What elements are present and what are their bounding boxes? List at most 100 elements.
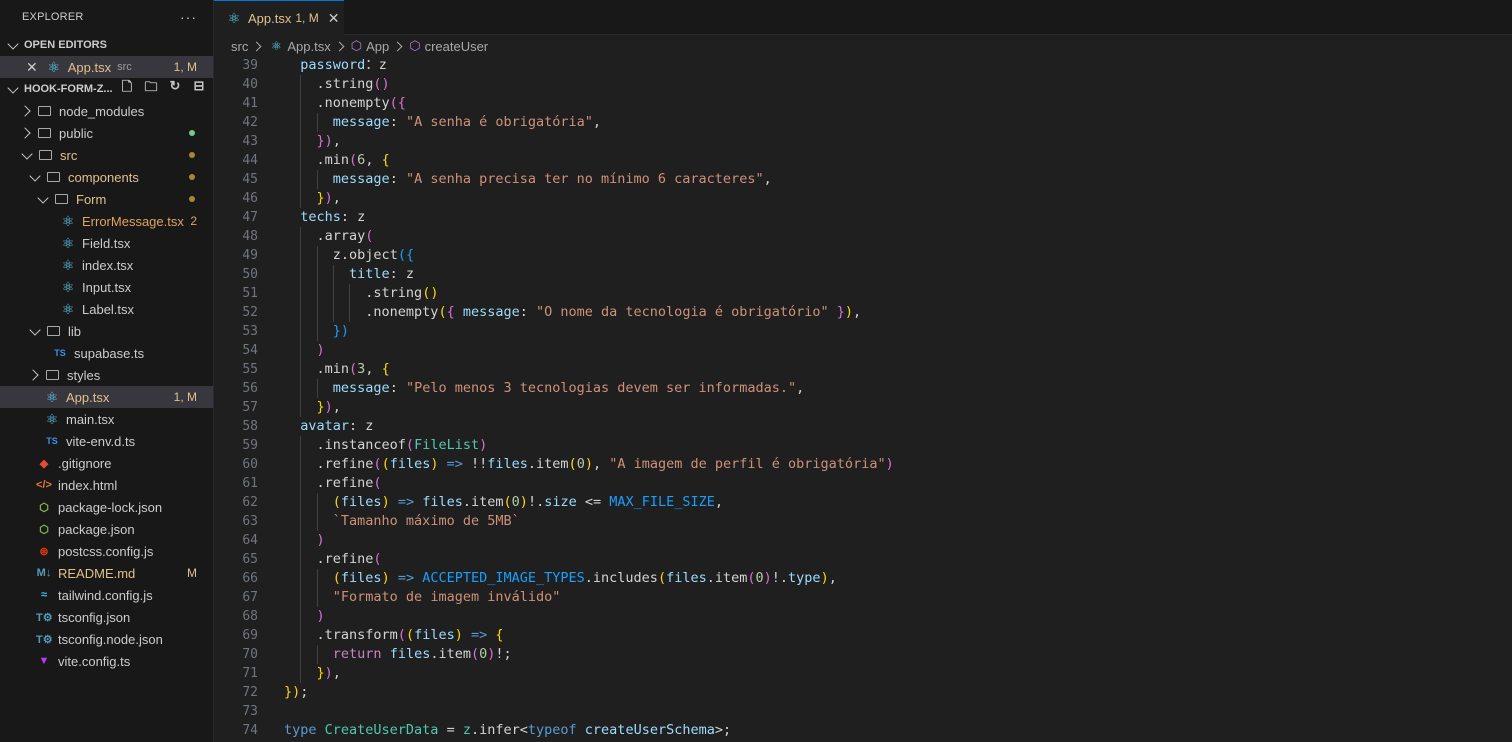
tree-item[interactable]: ≈ tailwind.config.js: [0, 584, 213, 606]
code-token: CreateUserData: [316, 722, 439, 738]
code-token: "O nome da tecnologia é obrigatório": [536, 304, 829, 320]
code-token: files: [389, 456, 431, 472]
open-editors-header[interactable]: OPEN EDITORS: [0, 34, 213, 56]
project-header[interactable]: HOOK-FORM-Z... 🗋 🗀 ↻ ⊟: [0, 78, 213, 100]
folder-icon: [46, 370, 59, 380]
tree-item[interactable]: lib: [0, 320, 213, 342]
code-editor[interactable]: 39 password：z 40 .string() 41 .nonempty({4…: [214, 56, 1512, 742]
chevron-down-icon: [37, 191, 49, 204]
code-line: 62 (files) => files.item(0)!.size <= MAX…: [214, 493, 1512, 512]
tree-item[interactable]: ⚛ App.tsx 1, M: [0, 386, 213, 408]
tree-item[interactable]: styles: [0, 364, 213, 386]
tree-item[interactable]: src: [0, 144, 213, 166]
tree-item-label: ErrorMessage.tsx: [82, 213, 184, 229]
tree-item[interactable]: ⚛ Field.tsx: [0, 232, 213, 254]
code-token: .nonempty: [316, 95, 390, 111]
code-token: ,: [714, 494, 724, 510]
tree-item[interactable]: ◆ .gitignore: [0, 452, 213, 474]
code-token: (: [332, 570, 341, 586]
tree-item[interactable]: ⚛ index.tsx: [0, 254, 213, 276]
indent-guide: [300, 151, 302, 170]
tree-item[interactable]: ⊛ postcss.config.js: [0, 540, 213, 562]
code-text: avatar: z: [284, 418, 373, 434]
close-icon[interactable]: ✕: [26, 59, 38, 76]
tree-item[interactable]: TS vite-env.d.ts: [0, 430, 213, 452]
git-status-badge: M: [187, 566, 197, 580]
tree-item[interactable]: ▼ vite.config.ts: [0, 650, 213, 672]
close-icon[interactable]: ✕: [328, 10, 340, 27]
tree-item-label: tsconfig.json: [58, 609, 131, 625]
more-actions-icon[interactable]: ···: [180, 9, 197, 25]
code-token: .min: [316, 361, 350, 377]
tree-item[interactable]: ⚛ Label.tsx: [0, 298, 213, 320]
tree-item[interactable]: </> index.html: [0, 474, 213, 496]
tree-item[interactable]: node_modules: [0, 100, 213, 122]
code-token: z: [378, 57, 387, 73]
code-token: :: [389, 380, 406, 396]
tree-item[interactable]: components: [0, 166, 213, 188]
breadcrumb-symbol[interactable]: App: [366, 39, 389, 54]
line-number: 73: [242, 704, 258, 719]
new-folder-icon[interactable]: 🗀: [143, 78, 159, 100]
code-token: ,: [763, 171, 772, 187]
code-token: ): [381, 494, 390, 510]
line-number: 71: [242, 666, 258, 681]
open-editor-item[interactable]: ✕ ⚛ App.tsx src 1, M: [0, 56, 213, 78]
chevron-down-icon: [29, 169, 41, 182]
tree-item[interactable]: ⬡ package.json: [0, 518, 213, 540]
code-text: techs: z: [284, 209, 365, 225]
code-token: .min: [316, 152, 350, 168]
code-token: !.: [527, 494, 545, 510]
tree-item[interactable]: TS supabase.ts: [0, 342, 213, 364]
code-token: (: [470, 646, 480, 662]
code-token: size: [544, 494, 577, 510]
indent-guide: [316, 170, 318, 189]
collapse-all-icon[interactable]: ⊟: [191, 78, 207, 100]
indent-guide: [300, 132, 302, 151]
tree-item[interactable]: T⚙ tsconfig.node.json: [0, 628, 213, 650]
code-text: .array(: [284, 228, 374, 244]
tree-item[interactable]: M↓ README.md M: [0, 562, 213, 584]
code-token: message: [332, 171, 390, 187]
indent-guide: [316, 322, 318, 341]
code-token: "A senha é obrigatória": [405, 114, 593, 130]
tree-item-label: .gitignore: [58, 455, 112, 471]
code-token: <: [519, 722, 528, 738]
tree-item[interactable]: public: [0, 122, 213, 144]
breadcrumb-member[interactable]: createUser: [425, 39, 489, 54]
code-text: return files.item(0)!;: [284, 646, 512, 662]
code-token: return: [332, 646, 382, 662]
line-number: 72: [242, 685, 258, 700]
line-number: 67: [242, 590, 258, 605]
code-token: .transform: [316, 627, 398, 643]
breadcrumb-file[interactable]: App.tsx: [287, 39, 330, 54]
code-line: 44 .min(6, {: [214, 151, 1512, 170]
code-token: files: [414, 627, 455, 643]
code-token: type: [284, 722, 317, 738]
tree-item[interactable]: ⚛ Input.tsx: [0, 276, 213, 298]
code-line: 69 .transform((files) => {: [214, 626, 1512, 645]
tab-app-tsx[interactable]: ⚛ App.tsx 1, M ✕: [214, 0, 344, 35]
line-number: 52: [242, 305, 258, 320]
code-line: 51 .string(): [214, 284, 1512, 303]
react-file-icon: ⚛: [270, 39, 282, 53]
tree-item[interactable]: Form: [0, 188, 213, 210]
refresh-icon[interactable]: ↻: [167, 78, 183, 100]
tree-item[interactable]: ⚛ ErrorMessage.tsx 2: [0, 210, 213, 232]
react-file-icon: ⚛: [45, 410, 59, 427]
indent-guide: [316, 284, 318, 303]
code-token: (: [657, 570, 667, 586]
code-token: ): [885, 456, 894, 472]
code-line: 70 return files.item(0)!;: [214, 645, 1512, 664]
tree-item-label: package-lock.json: [58, 499, 163, 515]
line-number: 69: [242, 628, 258, 643]
tree-item[interactable]: T⚙ tsconfig.json: [0, 606, 213, 628]
code-token: <=: [576, 494, 610, 510]
code-line: 45 message: "A senha precisa ter no míni…: [214, 170, 1512, 189]
tree-item[interactable]: ⚛ main.tsx: [0, 408, 213, 430]
code-text: .transform((files) => {: [284, 627, 504, 643]
indent-guide: [300, 550, 302, 569]
new-file-icon[interactable]: 🗋: [119, 78, 135, 100]
breadcrumb-src[interactable]: src: [231, 39, 248, 54]
tree-item[interactable]: ⬡ package-lock.json: [0, 496, 213, 518]
